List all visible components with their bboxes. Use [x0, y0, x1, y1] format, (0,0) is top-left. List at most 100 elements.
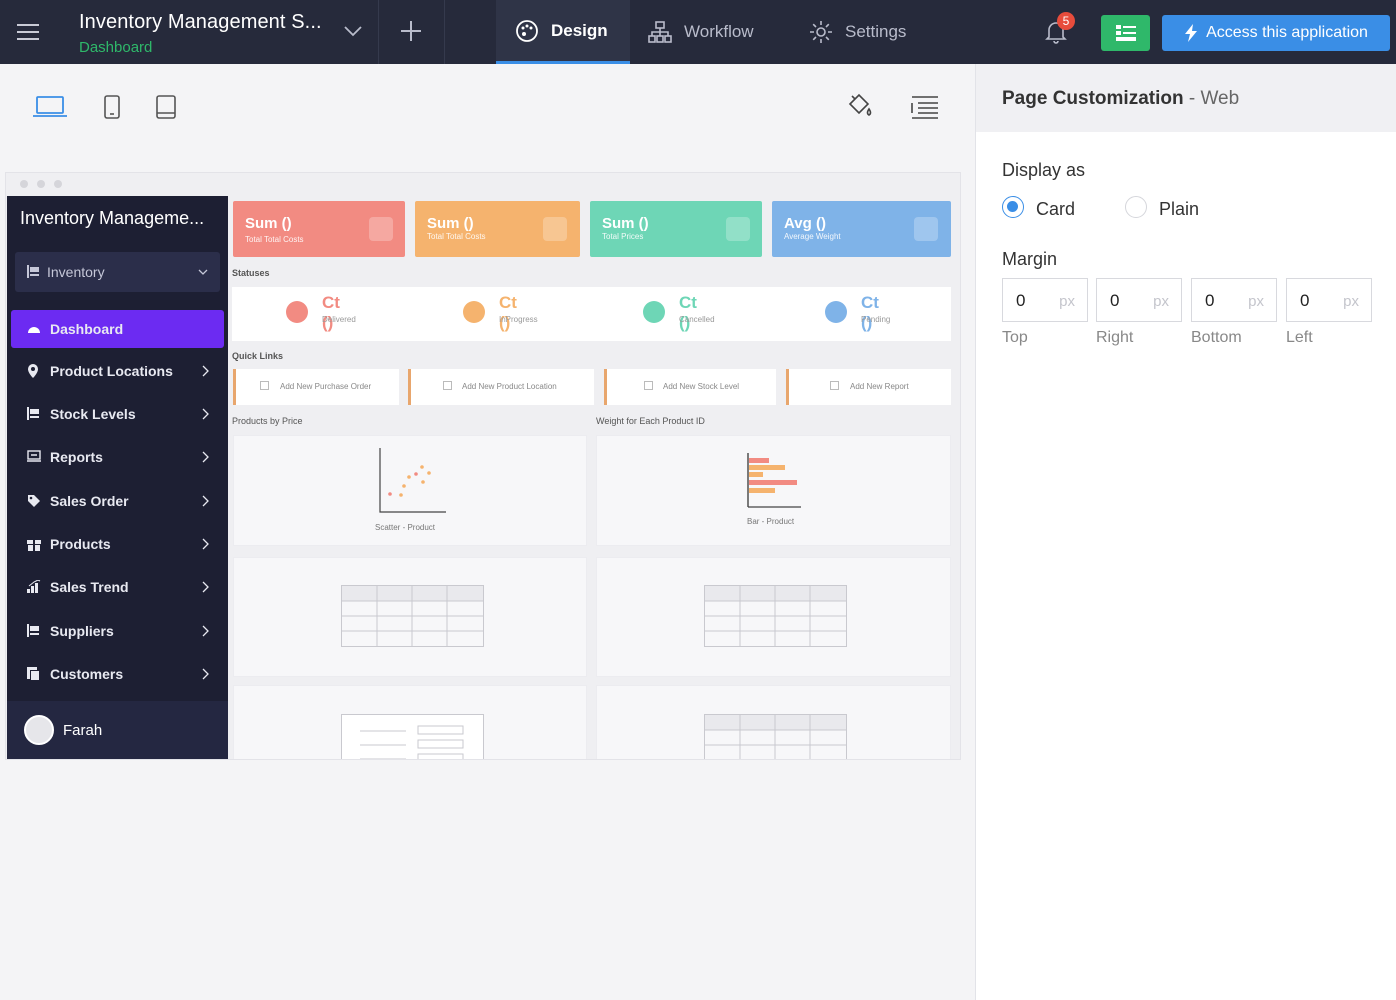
- chevron-down-icon[interactable]: [344, 25, 362, 37]
- quick-link-stock-level[interactable]: Add New Stock Level: [604, 369, 776, 405]
- margin-unit: px: [1059, 293, 1075, 310]
- menu-item-label: Reports: [50, 449, 103, 465]
- quick-link-report[interactable]: Add New Report: [786, 369, 951, 405]
- chevron-down-icon: [198, 269, 208, 276]
- radio-card[interactable]: [1002, 196, 1024, 218]
- paint-bucket-icon[interactable]: [847, 93, 873, 119]
- user-profile[interactable]: Farah: [7, 701, 228, 759]
- stat-card-total-costs[interactable]: Sum () Total Total Costs: [233, 201, 405, 257]
- tab-design-label: Design: [551, 20, 608, 40]
- margin-top-value: 0: [1016, 291, 1026, 310]
- tablet-view-icon[interactable]: [103, 95, 121, 119]
- add-icon[interactable]: [400, 20, 422, 42]
- page-customization-panel: Page Customization - Web Display as Card…: [975, 64, 1396, 1000]
- inventory-icon: [27, 265, 39, 278]
- statuses-label: Statuses: [232, 268, 270, 278]
- menu-item-products[interactable]: Products: [11, 525, 224, 563]
- lightning-icon: [1184, 24, 1198, 42]
- stat-icon: [369, 217, 393, 241]
- menu-item-suppliers[interactable]: Suppliers: [11, 612, 224, 650]
- menu-item-product-locations[interactable]: Product Locations: [11, 352, 224, 390]
- menu-item-reports[interactable]: Reports: [11, 438, 224, 476]
- workflow-icon: [648, 20, 672, 44]
- add-icon: [830, 381, 839, 390]
- radio-card-label[interactable]: Card: [1036, 199, 1075, 220]
- panel-header: Page Customization - Web: [976, 64, 1396, 132]
- bar-chart-panel[interactable]: Bar - Product: [596, 435, 951, 546]
- chevron-right-icon: [202, 538, 209, 550]
- menu-item-label: Customers: [50, 666, 124, 682]
- radio-plain[interactable]: [1125, 196, 1147, 218]
- table-placeholder: [704, 714, 847, 759]
- stat-label: Average Weight: [784, 232, 841, 241]
- tab-design[interactable]: Design: [496, 0, 630, 64]
- menu-item-sales-trend[interactable]: Sales Trend: [11, 568, 224, 606]
- radio-plain-label[interactable]: Plain: [1159, 199, 1199, 220]
- stat-card-total-prices[interactable]: Sum () Total Prices: [590, 201, 762, 257]
- list-widget[interactable]: [233, 685, 587, 759]
- menu-item-stock-levels[interactable]: Stock Levels: [11, 395, 224, 433]
- table-widget[interactable]: [596, 557, 951, 677]
- quick-link-label: Add New Purchase Order: [280, 382, 372, 391]
- chart-title: Products by Price: [232, 416, 303, 426]
- quick-link-product-location[interactable]: Add New Product Location: [408, 369, 594, 405]
- window-dot: [54, 180, 62, 188]
- margin-top-label: Top: [1002, 329, 1028, 346]
- layout-settings-icon[interactable]: [911, 95, 939, 119]
- desktop-view-icon[interactable]: [33, 96, 67, 118]
- stat-value: Sum (): [602, 215, 649, 232]
- margin-bottom-input[interactable]: 0 px: [1191, 278, 1277, 322]
- supplier-icon: [27, 624, 39, 637]
- stat-value: Sum (): [245, 215, 292, 232]
- table-widget[interactable]: [233, 557, 587, 677]
- margin-left-value: 0: [1300, 291, 1310, 310]
- margin-right-input[interactable]: 0 px: [1096, 278, 1182, 322]
- status-value: Ct (): [679, 293, 697, 332]
- trend-icon: [27, 580, 41, 593]
- menu-item-dashboard[interactable]: Dashboard: [11, 310, 224, 348]
- quick-link-purchase-order[interactable]: Add New Purchase Order: [233, 369, 399, 405]
- status-value: Ct (): [861, 293, 879, 332]
- quick-link-label: Add New Product Location: [462, 382, 557, 391]
- menu-item-sales-order[interactable]: Sales Order: [11, 482, 224, 520]
- stat-card-total-costs-2[interactable]: Sum () Total Total Costs: [415, 201, 580, 257]
- tab-workflow[interactable]: Workflow: [648, 0, 754, 64]
- app-title[interactable]: Inventory Management S...: [79, 11, 322, 34]
- section-select[interactable]: Inventory: [15, 252, 220, 292]
- dashboard-icon: [27, 322, 41, 334]
- margin-label: Margin: [1002, 249, 1058, 269]
- chevron-right-icon: [202, 495, 209, 507]
- top-bar: Inventory Management S... Dashboard Desi…: [0, 0, 1396, 64]
- add-icon: [644, 381, 653, 390]
- menu-item-label: Product Locations: [50, 363, 173, 379]
- menu-item-customers[interactable]: Customers: [11, 655, 224, 693]
- table-placeholder: [704, 585, 847, 647]
- hamburger-menu-icon[interactable]: [17, 23, 39, 41]
- menu-item-label: Dashboard: [50, 321, 124, 337]
- table-placeholder: [341, 585, 484, 647]
- status-icon: [463, 301, 485, 323]
- chevron-right-icon: [202, 408, 209, 420]
- location-icon: [27, 364, 39, 378]
- tab-settings[interactable]: Settings: [809, 0, 906, 64]
- stat-label: Total Total Costs: [245, 235, 304, 244]
- margin-top-input[interactable]: 0 px: [1002, 278, 1088, 322]
- access-application-button[interactable]: Access this application: [1162, 15, 1390, 51]
- app-view-button[interactable]: [1101, 15, 1150, 51]
- section-select-value: Inventory: [47, 264, 105, 280]
- chart-caption: Bar - Product: [747, 517, 795, 526]
- mobile-view-icon[interactable]: [156, 95, 176, 119]
- stat-card-average-weight[interactable]: Avg () Average Weight: [772, 201, 951, 257]
- margin-left-input[interactable]: 0 px: [1286, 278, 1372, 322]
- stat-label: Total Total Costs: [427, 232, 486, 241]
- tab-workflow-label: Workflow: [684, 22, 754, 41]
- scatter-chart-icon: [378, 446, 448, 516]
- menu-item-label: Products: [50, 536, 111, 552]
- margin-bottom-label: Bottom: [1191, 329, 1242, 346]
- add-icon: [260, 381, 269, 390]
- scatter-chart-panel[interactable]: Scatter - Product: [233, 435, 587, 546]
- chevron-right-icon: [202, 451, 209, 463]
- status-value: Ct (): [322, 293, 340, 332]
- page-preview: Inventory Manageme... Inventory Dashboar…: [5, 172, 961, 760]
- table-widget[interactable]: [596, 685, 951, 759]
